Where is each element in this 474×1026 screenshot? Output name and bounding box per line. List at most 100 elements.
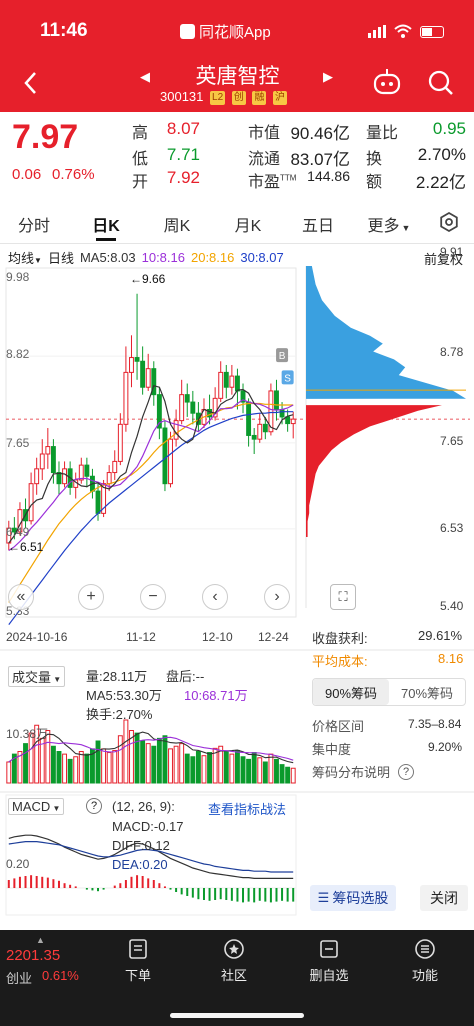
volume-bar xyxy=(95,740,101,784)
candle-body xyxy=(229,375,235,388)
candle-body xyxy=(117,423,123,462)
tab-more[interactable]: 更多 ▼ xyxy=(364,212,414,236)
volume-bar xyxy=(39,737,45,784)
candle-body xyxy=(290,418,296,425)
order-doc-icon xyxy=(129,939,147,959)
nav-order[interactable]: 下单 xyxy=(118,938,158,984)
buy-marker-label: B xyxy=(279,351,286,362)
kline-y-0: 9.98 xyxy=(6,270,30,284)
volume-bar xyxy=(145,743,151,784)
dropdown-icon: ▼ xyxy=(34,255,42,265)
chart-area[interactable]: BS xyxy=(0,266,474,926)
candle-body xyxy=(262,423,268,433)
price-change-pct: 0.76% xyxy=(52,166,95,183)
candle-body xyxy=(184,394,190,403)
date-0: 2024-10-16 xyxy=(6,630,68,644)
macd-selector[interactable]: MACD ▼ xyxy=(8,798,65,815)
candle-body xyxy=(112,460,118,474)
nav-remove-label: 删自选 xyxy=(309,968,349,983)
macd-help-icon[interactable]: ? xyxy=(86,798,102,814)
kline-y-2: 7.65 xyxy=(6,436,30,450)
chip-help-link[interactable]: 筹码分布说明 ? xyxy=(312,762,415,781)
period-tabs: 分时 日K 周K 月K 五日 更多 ▼ xyxy=(0,201,474,243)
macd-params: (12, 26, 9): xyxy=(112,799,175,814)
volume-bar xyxy=(257,757,263,784)
nav-functions[interactable]: 功能 xyxy=(405,938,445,984)
kline-y-1: 8.82 xyxy=(6,347,30,361)
menu-circle-icon xyxy=(415,939,435,959)
tab-weekly-k[interactable]: 周K xyxy=(157,212,197,236)
step-left-button[interactable]: ‹ xyxy=(202,584,228,610)
next-stock-button[interactable]: ▶ xyxy=(323,69,333,85)
chip-close-button[interactable]: 关闭 xyxy=(420,885,468,911)
volume-selector-label: 成交量 xyxy=(12,670,52,685)
prev-stock-button[interactable]: ◀ xyxy=(140,69,150,85)
ma-period: 日线 xyxy=(47,250,74,266)
low-marker: ←6.51 xyxy=(8,540,44,554)
expand-up-icon[interactable]: ▲ xyxy=(36,935,45,945)
volume-bar xyxy=(101,748,107,784)
date-3: 12-24 xyxy=(258,630,289,644)
chip-70-button[interactable]: 70%筹码 xyxy=(389,679,465,705)
zoom-in-button[interactable]: + xyxy=(78,584,104,610)
chip-90-button[interactable]: 90%筹码 xyxy=(313,679,389,705)
index-value[interactable]: 2201.35 xyxy=(6,947,60,964)
fullscreen-icon: ⛶ xyxy=(338,589,348,604)
volume-bar xyxy=(123,719,129,784)
chip-loss-area xyxy=(306,405,442,537)
nav-functions-label: 功能 xyxy=(411,968,438,983)
macd-value: MACD:-0.17 xyxy=(112,819,184,834)
candle-body xyxy=(179,394,185,422)
stock-name: 英唐智控 xyxy=(195,65,280,88)
chip-select-button[interactable]: ☰ 筹码选股 xyxy=(310,885,396,911)
dropdown-icon: ▼ xyxy=(401,223,411,233)
zoom-out-button[interactable]: − xyxy=(140,584,166,610)
volume-bar xyxy=(223,751,229,784)
nav-community[interactable]: 社区 xyxy=(214,938,254,984)
candle-body xyxy=(134,357,140,362)
volume-bar xyxy=(184,753,190,784)
volume-bar xyxy=(246,758,252,784)
candle-body xyxy=(218,371,224,399)
ma-type-selector[interactable]: 均线▼ xyxy=(8,248,42,267)
volume-bar xyxy=(201,755,207,784)
tab-monthly-k[interactable]: 月K xyxy=(228,212,268,236)
volume-selector[interactable]: 成交量 ▼ xyxy=(8,666,66,687)
ma-type-label: 均线 xyxy=(8,250,35,266)
candle-body xyxy=(56,472,62,485)
status-icons xyxy=(368,24,444,38)
candle-body xyxy=(285,416,291,425)
nav-remove-watchlist[interactable]: 删自选 xyxy=(304,938,354,984)
tab-fenshi[interactable]: 分时 xyxy=(14,212,54,236)
tab-daily-k[interactable]: 日K xyxy=(86,212,126,236)
sell-marker-label: S xyxy=(284,373,291,384)
ma10-value: 10:8.16 xyxy=(141,249,185,265)
volume-bar xyxy=(67,758,73,784)
volume-bar xyxy=(285,766,291,784)
step-right-button[interactable]: › xyxy=(264,584,290,610)
back-button[interactable] xyxy=(16,68,44,98)
chip-select-label: 筹码选股 xyxy=(332,890,389,906)
badge-hu: 沪 xyxy=(273,90,288,105)
search-button[interactable] xyxy=(424,66,456,98)
tab-five-day[interactable]: 五日 xyxy=(298,212,338,236)
chip-help-label: 筹码分布说明 xyxy=(312,765,391,780)
volume-bar xyxy=(6,761,12,784)
volume-bar xyxy=(78,751,84,784)
volume-bar xyxy=(274,758,279,784)
volume-bar xyxy=(234,749,240,784)
scroll-left-button[interactable]: « xyxy=(8,584,34,610)
volume-bar xyxy=(62,753,68,784)
candle-body xyxy=(234,375,240,392)
avg-cost-value: 8.16 xyxy=(438,651,464,666)
home-indicator[interactable] xyxy=(170,1013,304,1018)
candle-body xyxy=(123,371,129,425)
fullscreen-button[interactable]: ⛶ xyxy=(330,584,356,610)
macd-strategy-link[interactable]: 查看指标战法 xyxy=(208,799,286,818)
back-arrow-icon xyxy=(24,72,36,94)
volume-bar xyxy=(106,752,112,784)
robot-assistant-button[interactable] xyxy=(370,65,404,99)
chart-settings-button[interactable] xyxy=(436,209,462,235)
candle-body xyxy=(95,490,101,514)
candle-body xyxy=(145,368,151,388)
